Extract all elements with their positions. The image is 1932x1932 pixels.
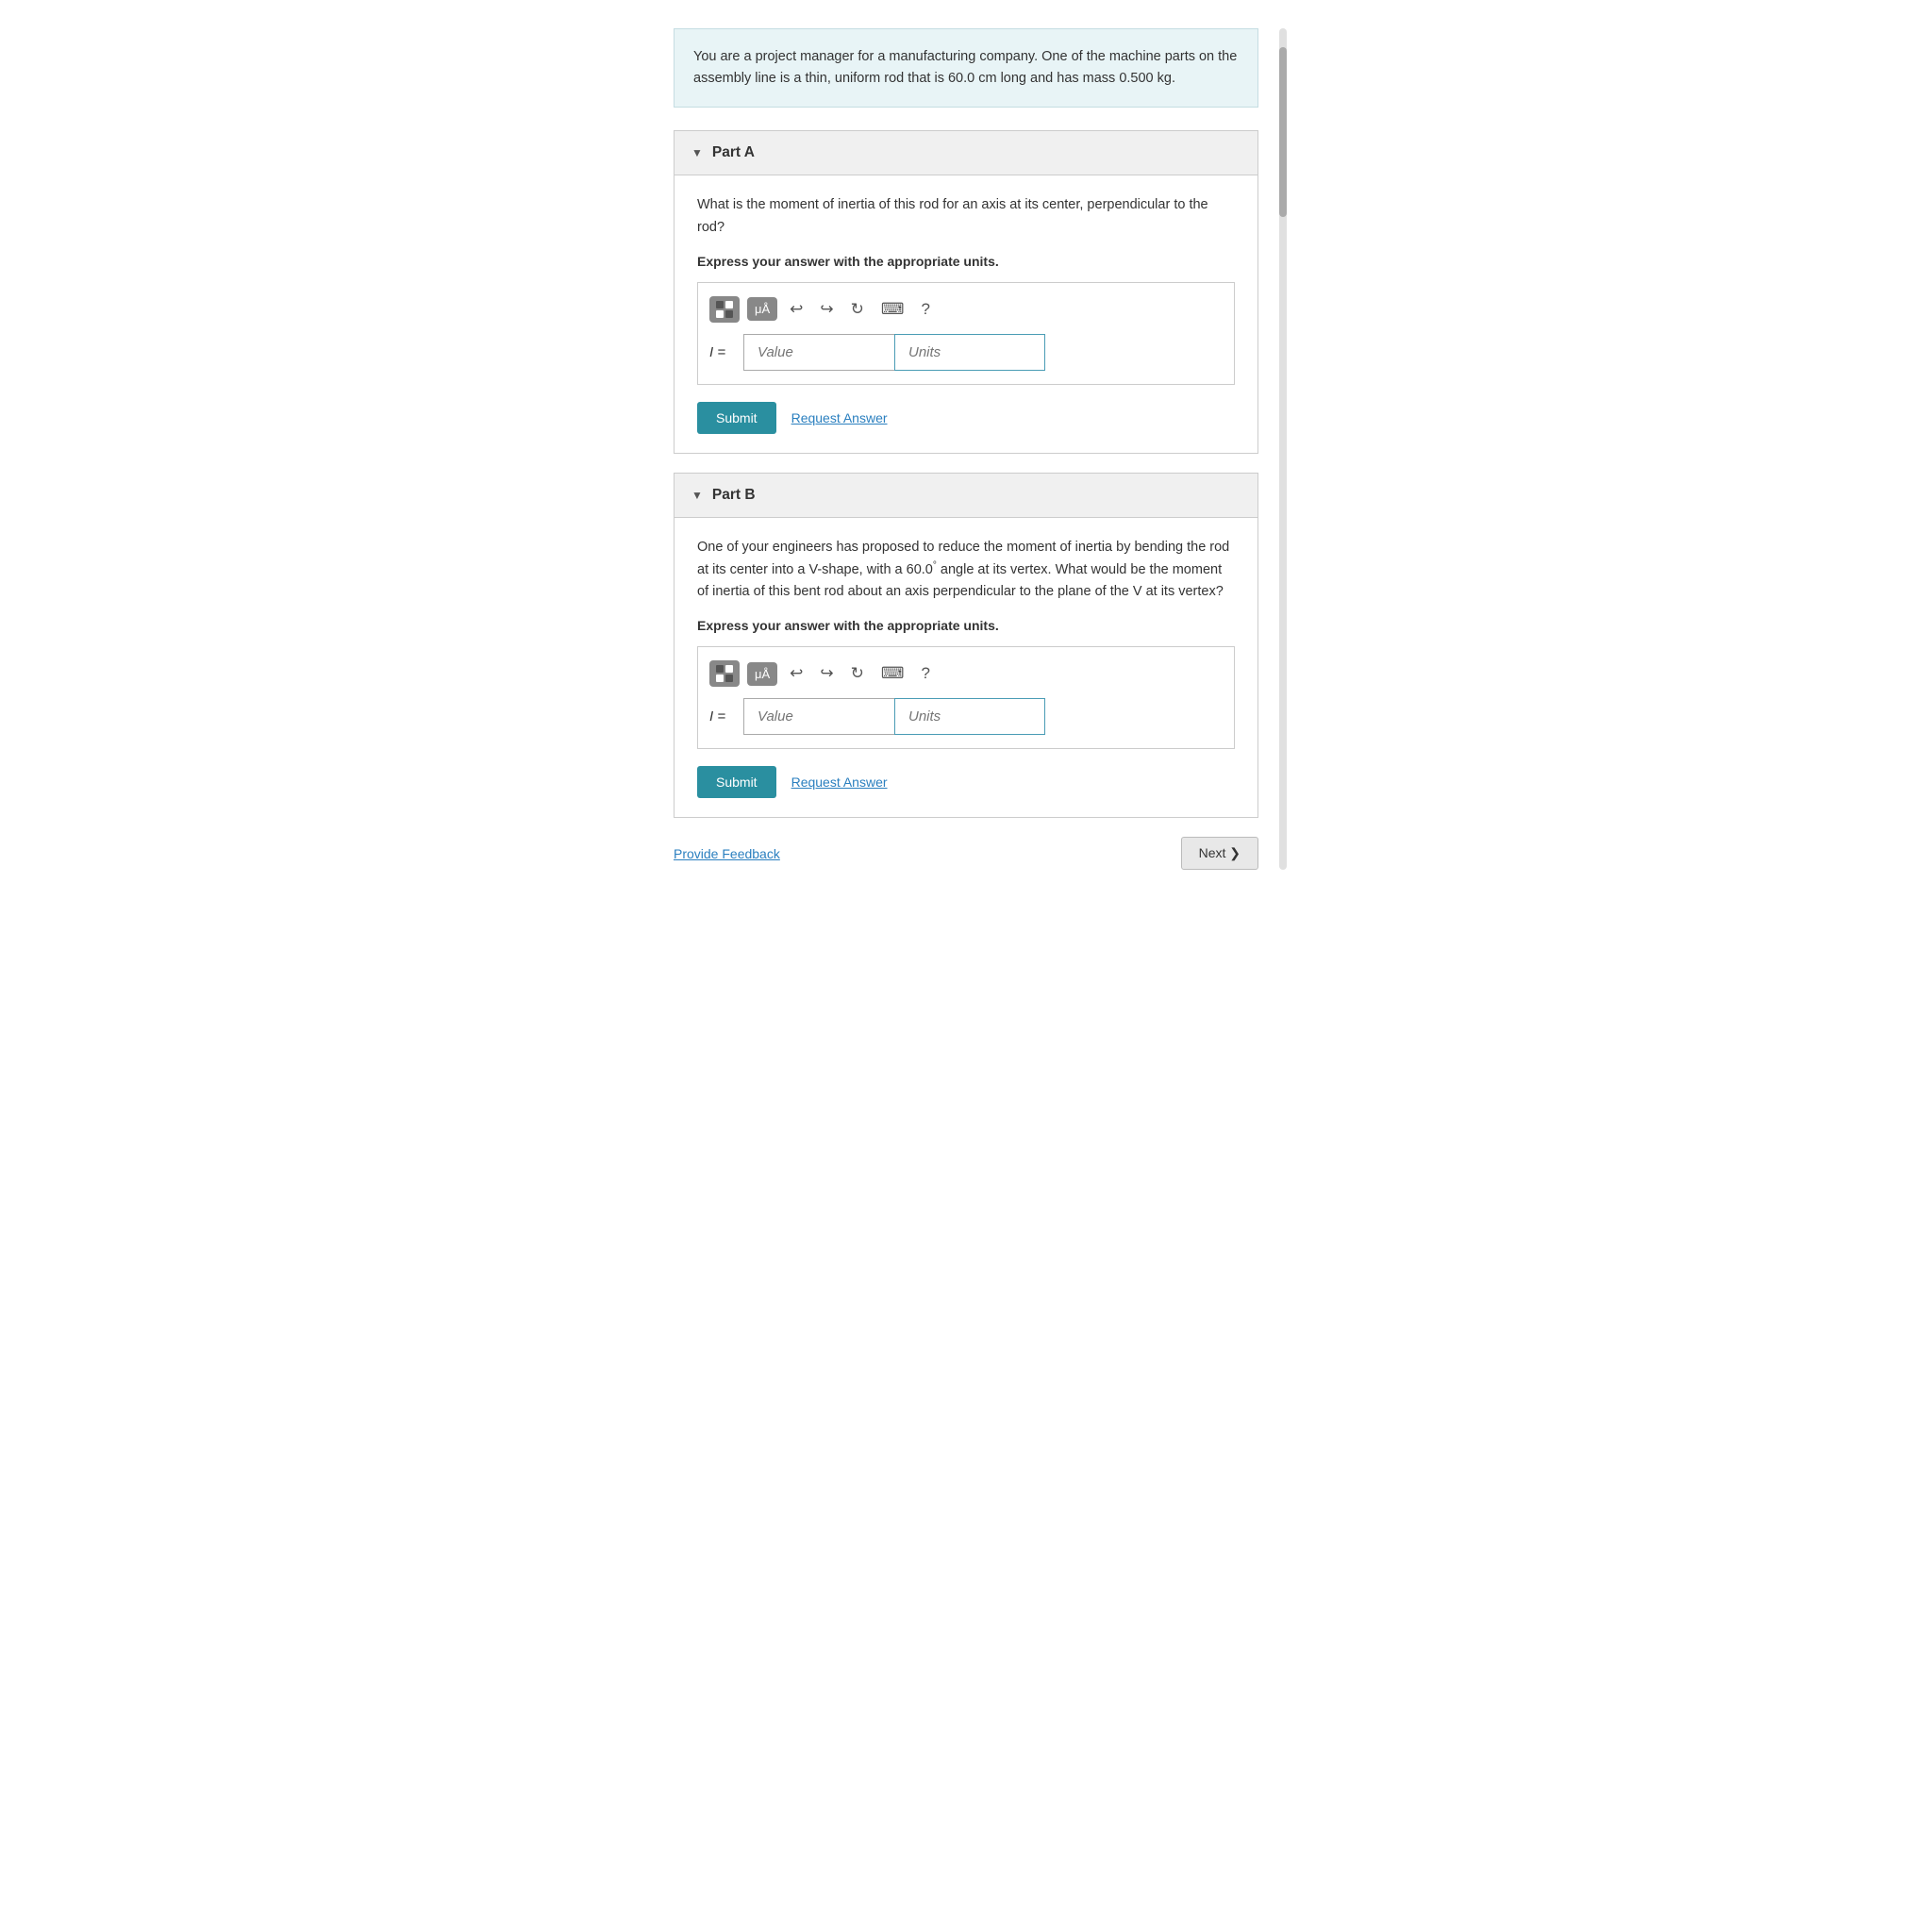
chevron-down-icon[interactable]: ▼ [691, 146, 703, 159]
part-a-toolbar: μÅ ↩ ↪ ↻ ⌨ ? [709, 296, 1223, 323]
part-a-body: What is the moment of inertia of this ro… [675, 175, 1257, 452]
part-b-mu-button[interactable]: μÅ [747, 662, 777, 686]
part-a-answer-box: μÅ ↩ ↪ ↻ ⌨ ? [697, 282, 1235, 385]
refresh-icon-b: ↻ [851, 664, 864, 682]
scrollbar[interactable] [1279, 28, 1287, 870]
part-a-value-input[interactable] [743, 334, 894, 371]
mu-label-b: μÅ [755, 667, 770, 681]
part-a-header: ▼ Part A [675, 131, 1257, 175]
part-b-action-row: Submit Request Answer [697, 766, 1235, 798]
keyboard-icon-b: ⌨ [881, 664, 905, 682]
part-b-redo-button[interactable]: ↪ [815, 661, 838, 686]
part-a-help-button[interactable]: ? [916, 297, 934, 322]
part-a-refresh-button[interactable]: ↻ [846, 297, 869, 322]
keyboard-icon: ⌨ [881, 300, 905, 318]
help-icon: ? [921, 300, 929, 318]
part-b-toolbar: μÅ ↩ ↪ ↻ ⌨ ? [709, 660, 1223, 687]
footer-row: Provide Feedback Next ❯ [674, 837, 1258, 870]
part-b-header: ▼ Part B [675, 474, 1257, 518]
part-a-input-label: I = [709, 344, 736, 360]
refresh-icon: ↻ [851, 300, 864, 318]
part-b-express-label: Express your answer with the appropriate… [697, 618, 1235, 633]
part-a-keyboard-button[interactable]: ⌨ [876, 297, 909, 322]
part-b-section: ▼ Part B One of your engineers has propo… [674, 473, 1258, 818]
part-b-answer-box: μÅ ↩ ↪ ↻ ⌨ ? [697, 646, 1235, 749]
matrix-icon [716, 301, 733, 318]
scrollbar-thumb[interactable] [1279, 47, 1287, 217]
provide-feedback-button[interactable]: Provide Feedback [674, 846, 780, 861]
part-b-refresh-button[interactable]: ↻ [846, 661, 869, 686]
matrix-icon-b [716, 665, 733, 682]
part-a-express-label: Express your answer with the appropriate… [697, 254, 1235, 269]
part-a-matrix-button[interactable] [709, 296, 740, 323]
part-b-value-input[interactable] [743, 698, 894, 735]
mu-label: μÅ [755, 302, 770, 316]
part-a-action-row: Submit Request Answer [697, 402, 1235, 434]
part-b-help-button[interactable]: ? [916, 661, 934, 686]
part-b-input-label: I = [709, 708, 736, 724]
part-a-title: Part A [712, 144, 755, 161]
part-a-mu-button[interactable]: μÅ [747, 297, 777, 321]
part-b-units-input[interactable] [894, 698, 1045, 735]
part-b-title: Part B [712, 487, 756, 504]
next-button[interactable]: Next ❯ [1181, 837, 1258, 870]
part-b-submit-button[interactable]: Submit [697, 766, 776, 798]
undo-icon: ↩ [790, 300, 803, 318]
undo-icon-b: ↩ [790, 664, 803, 682]
intro-text: You are a project manager for a manufact… [693, 49, 1237, 86]
part-a-units-input[interactable] [894, 334, 1045, 371]
part-b-request-answer-button[interactable]: Request Answer [791, 774, 888, 790]
redo-icon: ↪ [820, 300, 833, 318]
part-a-section: ▼ Part A What is the moment of inertia o… [674, 130, 1258, 453]
part-a-question: What is the moment of inertia of this ro… [697, 194, 1235, 238]
part-b-body: One of your engineers has proposed to re… [675, 518, 1257, 817]
part-b-matrix-button[interactable] [709, 660, 740, 687]
redo-icon-b: ↪ [820, 664, 833, 682]
part-a-input-row: I = [709, 334, 1223, 371]
part-a-undo-button[interactable]: ↩ [785, 297, 808, 322]
part-b-input-row: I = [709, 698, 1223, 735]
part-a-redo-button[interactable]: ↪ [815, 297, 838, 322]
part-a-submit-button[interactable]: Submit [697, 402, 776, 434]
chevron-down-icon-b[interactable]: ▼ [691, 489, 703, 502]
part-b-undo-button[interactable]: ↩ [785, 661, 808, 686]
part-a-request-answer-button[interactable]: Request Answer [791, 410, 888, 425]
part-b-keyboard-button[interactable]: ⌨ [876, 661, 909, 686]
part-b-question: One of your engineers has proposed to re… [697, 537, 1235, 603]
intro-box: You are a project manager for a manufact… [674, 28, 1258, 108]
help-icon-b: ? [921, 664, 929, 682]
